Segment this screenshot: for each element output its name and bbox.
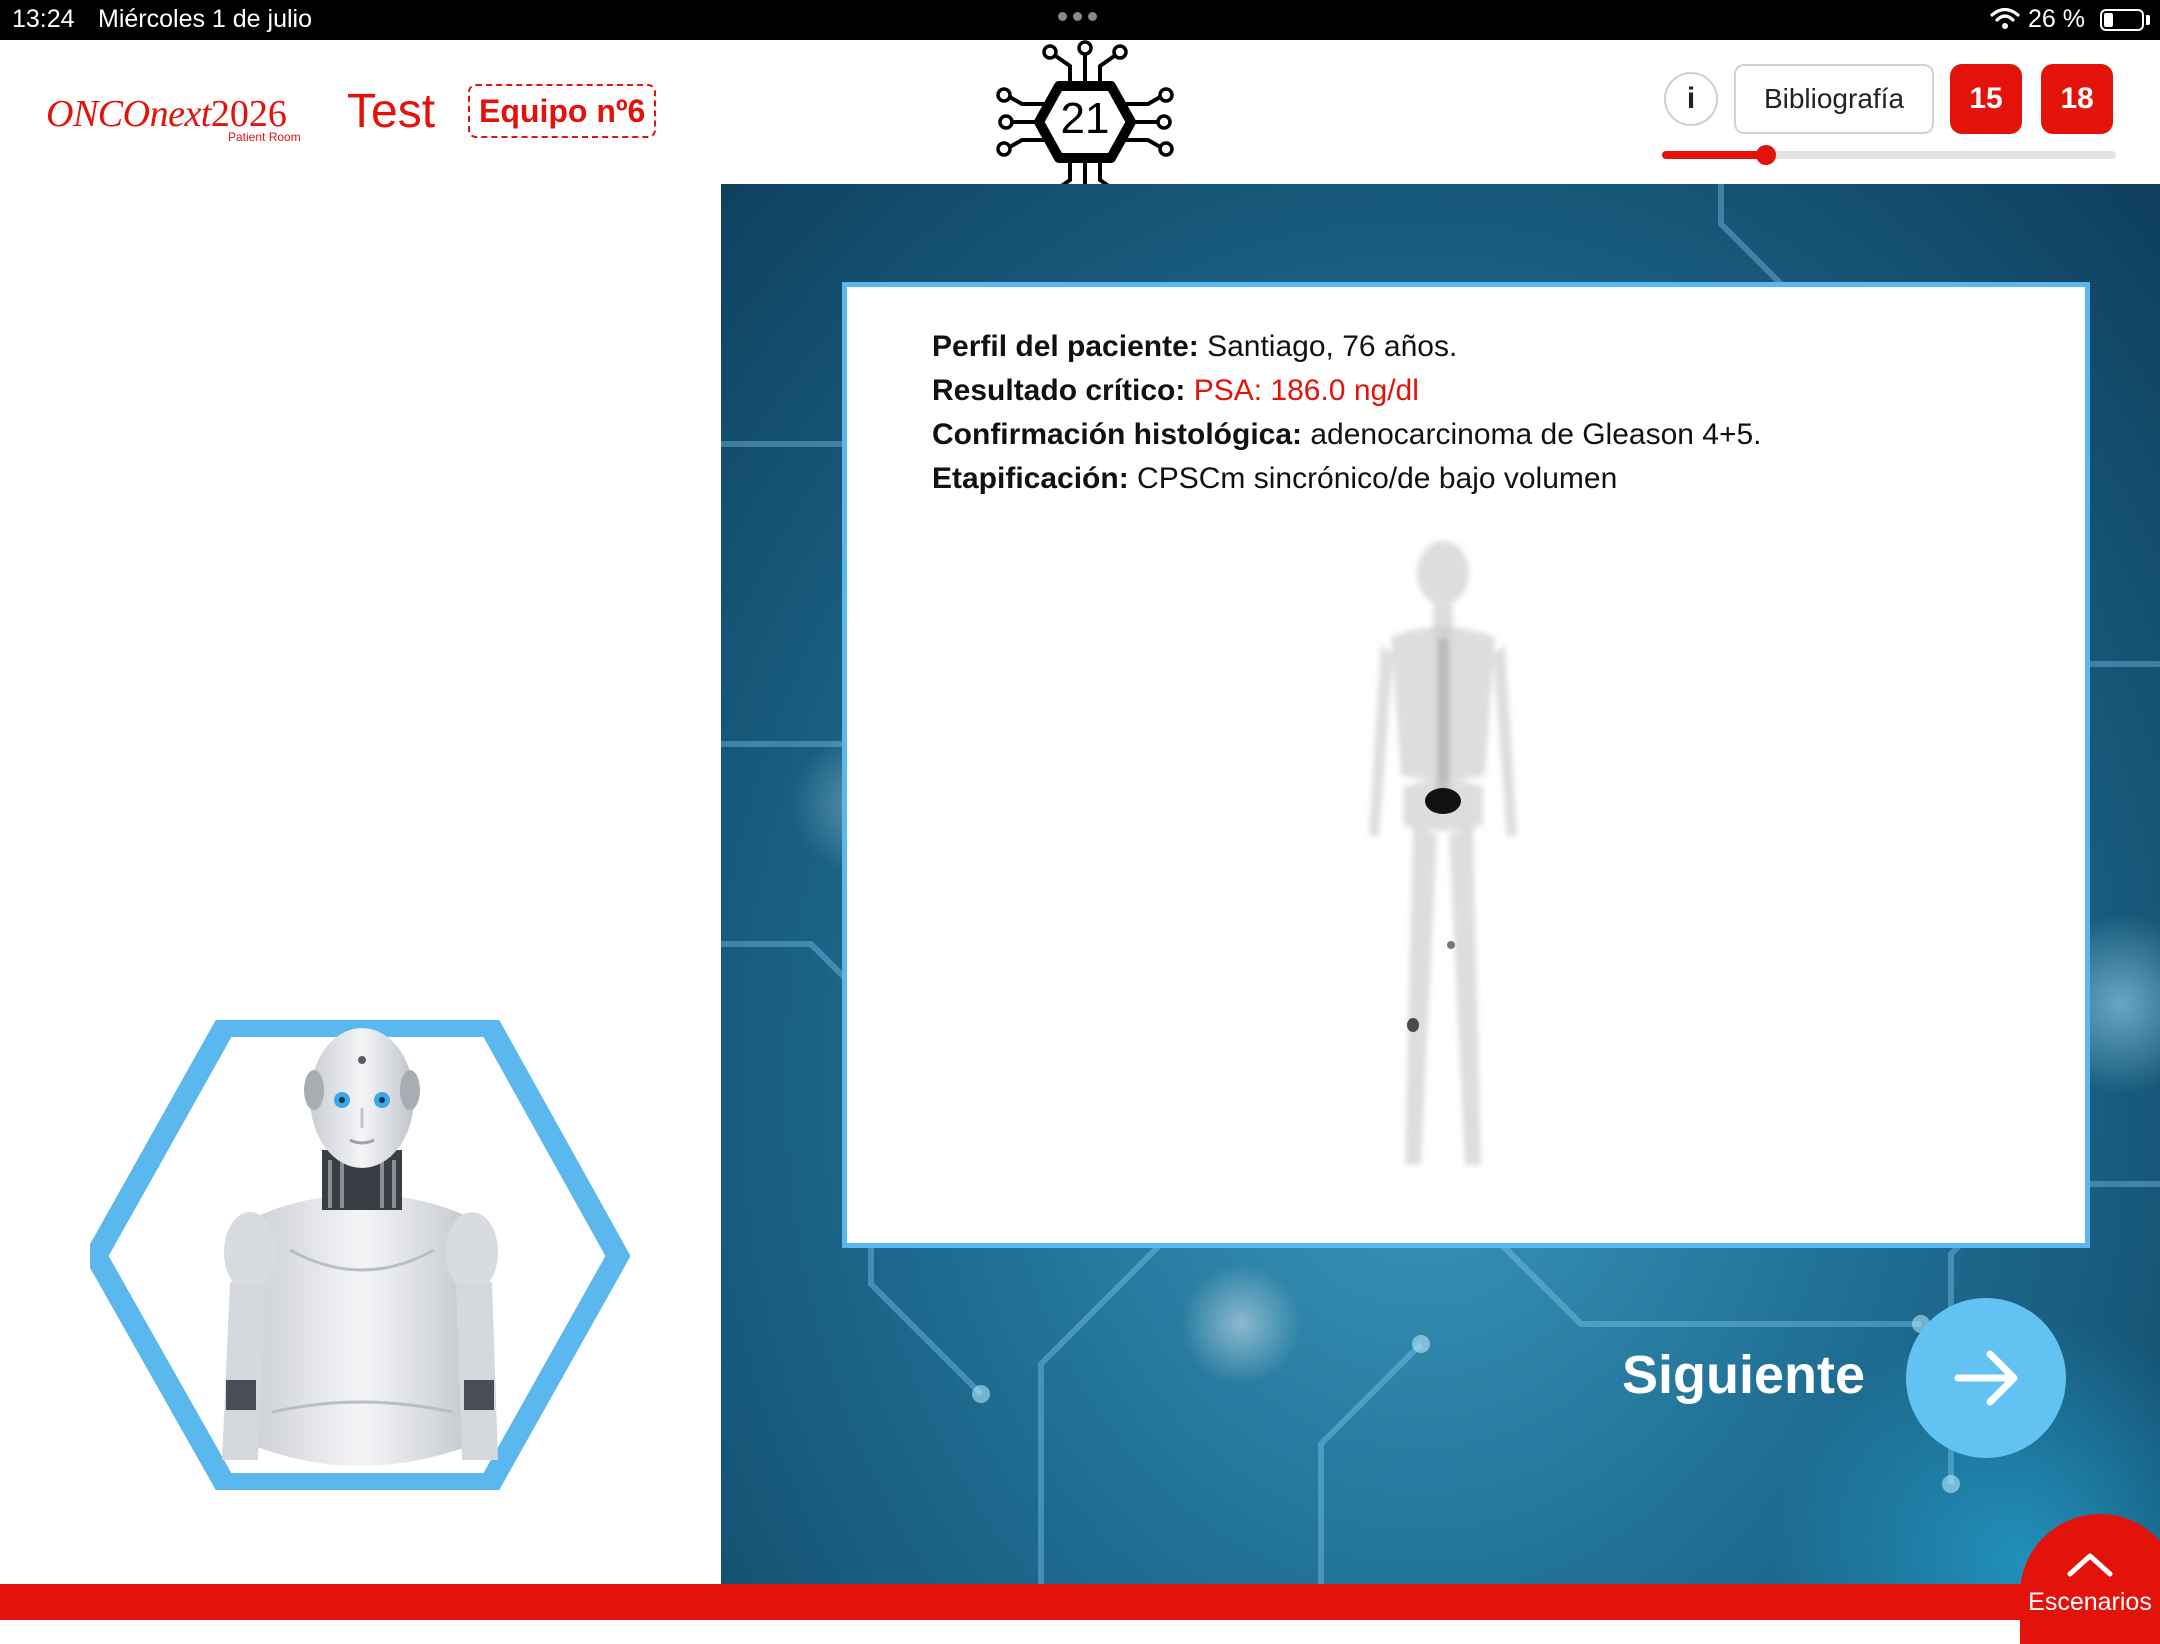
critical-value: PSA: 186.0 ng/dl bbox=[1193, 374, 1419, 407]
status-bar: 13:24 Miércoles 1 de julio 26 % bbox=[0, 0, 2160, 40]
progress-fill bbox=[1662, 151, 1767, 159]
counter-badge-b[interactable]: 18 bbox=[2041, 64, 2113, 134]
staging-label: Etapificación: bbox=[932, 462, 1129, 495]
logo-brand: ONCOnext bbox=[46, 93, 211, 135]
patient-case-card: Perfil del paciente: Santiago, 76 años. … bbox=[842, 282, 2090, 1248]
wifi-icon bbox=[1990, 7, 2020, 29]
histology-label: Confirmación histológica: bbox=[932, 418, 1303, 451]
status-date: Miércoles 1 de julio bbox=[98, 5, 312, 33]
histology-row: Confirmación histológica: adenocarcinoma… bbox=[932, 413, 1762, 457]
histology-value: adenocarcinoma de Gleason 4+5. bbox=[1310, 418, 1762, 451]
patient-case-details: Perfil del paciente: Santiago, 76 años. … bbox=[932, 325, 1762, 501]
staging-value: CPSCm sincrónico/de bajo volumen bbox=[1137, 462, 1618, 495]
robot-avatar-image bbox=[83, 1015, 631, 1495]
battery-tip bbox=[2146, 15, 2150, 25]
app-logo: ONCOnext2026 Patient Room bbox=[46, 92, 301, 144]
battery-icon bbox=[2100, 9, 2144, 31]
critical-result-row: Resultado crítico: PSA: 186.0 ng/dl bbox=[932, 369, 1762, 413]
assistant-avatar bbox=[83, 1015, 631, 1495]
logo-year: 2026 bbox=[210, 93, 287, 135]
info-button[interactable]: i bbox=[1664, 72, 1718, 126]
critical-label: Resultado crítico: bbox=[932, 374, 1186, 407]
next-button[interactable] bbox=[1906, 1298, 2066, 1458]
page-title: Test bbox=[347, 85, 436, 138]
logo-subtitle: Patient Room bbox=[228, 130, 301, 144]
progress-knob[interactable] bbox=[1756, 145, 1777, 165]
counter-badge-a[interactable]: 15 bbox=[1950, 64, 2022, 134]
bone-scan-image bbox=[1369, 541, 1517, 1165]
scenarios-label: Escenarios bbox=[2028, 1588, 2152, 1616]
profile-label: Perfil del paciente: bbox=[932, 330, 1199, 363]
profile-value: Santiago, 76 años. bbox=[1207, 330, 1458, 363]
progress-slider[interactable] bbox=[1662, 145, 2116, 165]
multitasking-dots-icon[interactable] bbox=[1058, 12, 1097, 21]
next-label[interactable]: Siguiente bbox=[1622, 1344, 1865, 1406]
arrow-right-icon bbox=[1954, 1350, 2018, 1406]
bibliography-button[interactable]: Bibliografía bbox=[1734, 64, 1934, 134]
patient-profile-row: Perfil del paciente: Santiago, 76 años. bbox=[932, 325, 1762, 369]
status-time: 13:24 bbox=[12, 5, 75, 33]
bottom-bar bbox=[0, 1584, 2160, 1620]
team-badge: Equipo nº6 bbox=[468, 84, 657, 138]
scenario-number: 21 bbox=[1060, 94, 1110, 143]
battery-percentage: 26 % bbox=[2028, 5, 2085, 33]
staging-row: Etapificación: CPSCm sincrónico/de bajo … bbox=[932, 457, 1762, 501]
